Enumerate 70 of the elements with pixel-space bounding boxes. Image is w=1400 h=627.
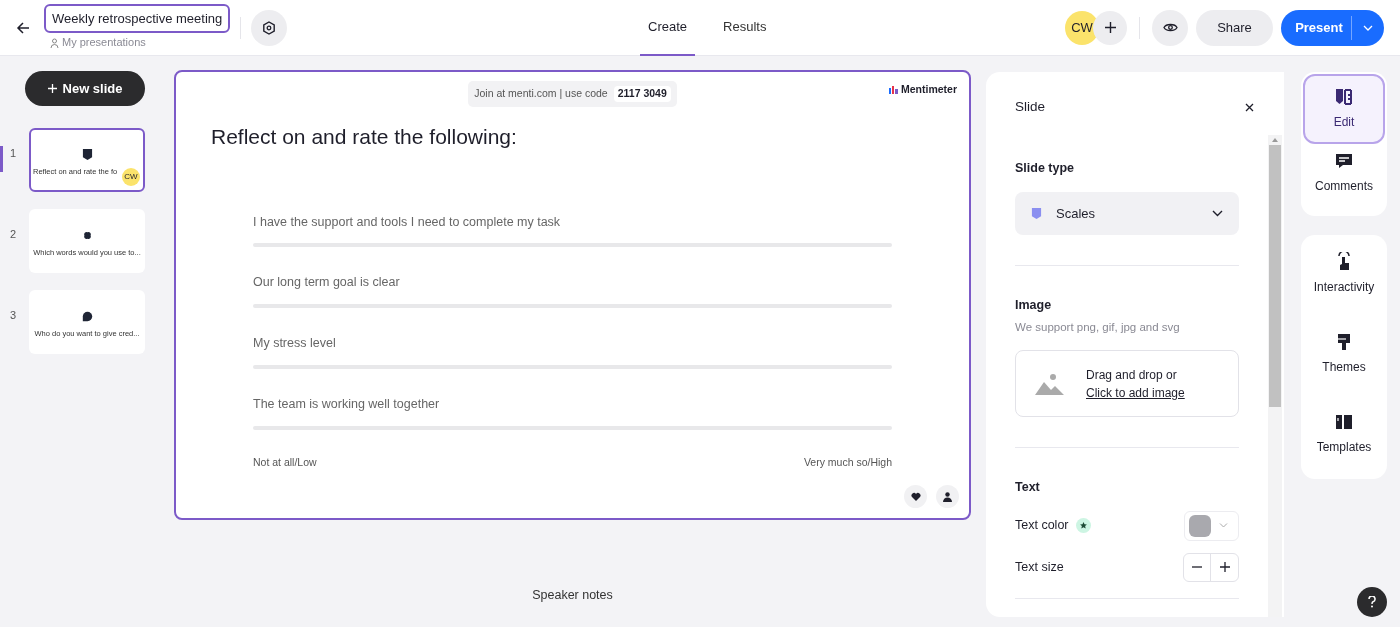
chevron-down-icon bbox=[1219, 523, 1228, 529]
text-color-picker[interactable] bbox=[1184, 510, 1239, 541]
slide-number: 3 bbox=[9, 308, 18, 323]
scrollbar[interactable] bbox=[1268, 135, 1282, 617]
help-icon bbox=[1368, 596, 1376, 608]
preview-button[interactable] bbox=[1152, 9, 1188, 46]
scroll-up-icon[interactable] bbox=[1272, 138, 1278, 142]
scale-statement: The team is working well together bbox=[253, 395, 441, 413]
tab[interactable]: Create bbox=[640, 0, 696, 56]
shield-icon bbox=[81, 148, 93, 161]
slide-number: 2 bbox=[9, 227, 18, 242]
slide-type-dropdown[interactable]: Scales bbox=[1015, 192, 1239, 235]
person-icon bbox=[50, 37, 59, 48]
settings-button[interactable] bbox=[251, 9, 287, 46]
section-heading: Text bbox=[1015, 479, 1041, 496]
share-button[interactable]: Share bbox=[1196, 9, 1273, 46]
panel-title: Slide bbox=[1015, 98, 1046, 116]
scale-statement: My stress level bbox=[253, 335, 337, 352]
collaborator-badge: CW bbox=[122, 168, 140, 186]
plus-icon bbox=[47, 84, 57, 93]
participants-button[interactable] bbox=[936, 485, 959, 508]
speaker-notes-button[interactable]: Speaker notes bbox=[532, 586, 613, 605]
setting-label: Text size bbox=[1015, 558, 1064, 576]
scale-max-label: Very much so/High bbox=[803, 454, 892, 470]
eye-icon bbox=[1162, 22, 1178, 33]
settings-icon bbox=[262, 20, 276, 35]
plus-icon bbox=[1104, 22, 1116, 33]
new-slide-button[interactable]: New slide bbox=[25, 71, 145, 106]
rail-button[interactable]: Templates bbox=[1303, 405, 1385, 463]
bar-chart-logo-icon bbox=[889, 85, 898, 94]
chevron-down-icon bbox=[1212, 210, 1223, 217]
section-heading: Slide type bbox=[1015, 160, 1076, 178]
star-badge-icon bbox=[1075, 518, 1091, 534]
image-hint: We support png, gif, jpg and svg bbox=[1015, 319, 1181, 335]
scale-statement: Our long term goal is clear bbox=[253, 274, 401, 292]
title-field[interactable]: Weekly retrospective meeting bbox=[44, 4, 230, 34]
add-collaborator-button[interactable] bbox=[1093, 10, 1127, 45]
setting-label: Text color bbox=[1015, 517, 1069, 535]
minus-icon bbox=[1192, 566, 1202, 569]
chevron-down-icon bbox=[1363, 24, 1373, 31]
shield-icon bbox=[1031, 207, 1042, 220]
shield-list-icon bbox=[1334, 87, 1354, 107]
comment-icon bbox=[1334, 151, 1354, 171]
templates-icon bbox=[1334, 412, 1354, 432]
rail-button[interactable]: Comments bbox=[1303, 144, 1385, 202]
tab[interactable]: Results bbox=[715, 0, 775, 56]
section-heading: Image bbox=[1015, 297, 1053, 314]
join-instructions: Join at menti.com | use code bbox=[474, 86, 608, 102]
speech-bubble-icon bbox=[81, 310, 93, 323]
image-drop-zone[interactable]: Drag and drop or Click to add image bbox=[1015, 350, 1239, 417]
person-icon bbox=[943, 491, 952, 502]
add-image-link[interactable]: Click to add image bbox=[1086, 383, 1185, 402]
image-icon bbox=[1035, 372, 1064, 395]
back-arrow-icon[interactable] bbox=[16, 20, 30, 35]
drop-instructions: Drag and drop or bbox=[1086, 366, 1178, 384]
help-button[interactable] bbox=[1357, 587, 1387, 617]
reaction-button[interactable] bbox=[904, 485, 927, 508]
close-icon[interactable] bbox=[1245, 102, 1254, 112]
join-code: 2117 3049 bbox=[613, 86, 671, 102]
scale-min-label: Not at all/Low bbox=[253, 454, 317, 470]
slide-question: Reflect on and rate the following: bbox=[211, 124, 518, 150]
rail-button[interactable]: Themes bbox=[1303, 325, 1385, 383]
slide-number: 1 bbox=[9, 146, 18, 161]
breadcrumb-link[interactable]: My presentations bbox=[62, 34, 146, 51]
heart-icon bbox=[910, 492, 921, 501]
brand-name: Mentimeter bbox=[901, 82, 957, 97]
plus-icon bbox=[1219, 562, 1230, 573]
scale-statement: I have the support and tools I need to complete my task bbox=[253, 213, 562, 231]
rail-button[interactable]: Interactivity bbox=[1303, 245, 1385, 303]
rail-button[interactable]: Edit bbox=[1303, 74, 1385, 144]
